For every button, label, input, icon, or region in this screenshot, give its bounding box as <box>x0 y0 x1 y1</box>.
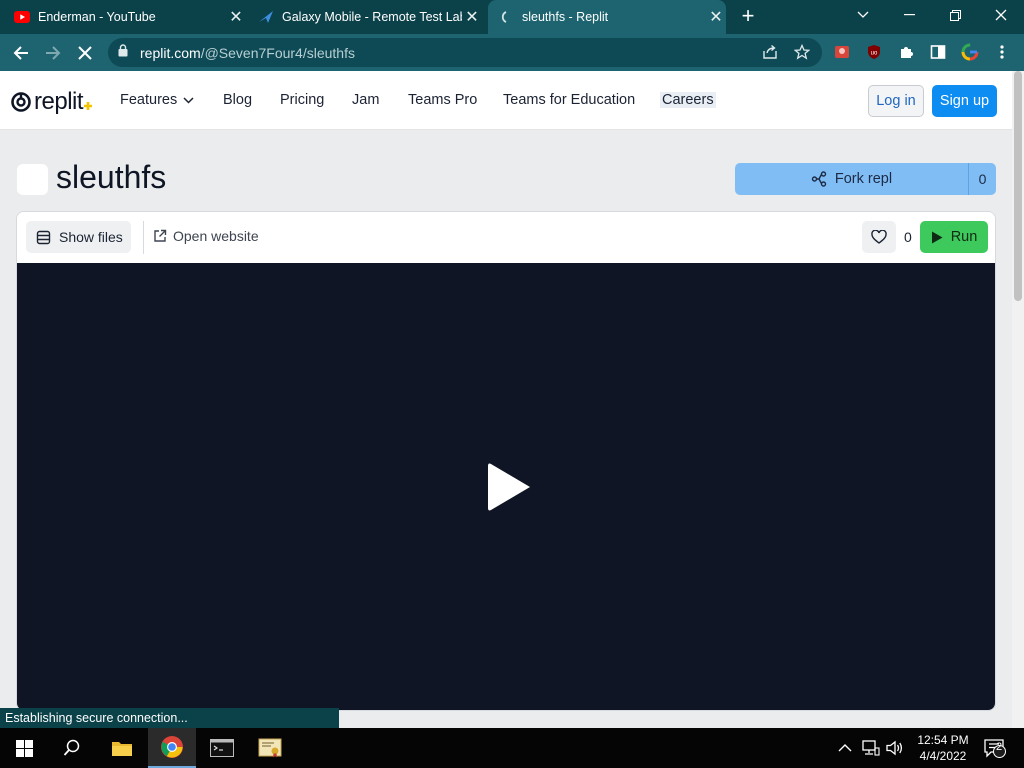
logo-sparkle-icon <box>84 102 93 110</box>
replit-logo[interactable]: replit <box>10 88 93 116</box>
files-stack-icon <box>36 230 51 244</box>
nav-pricing[interactable]: Pricing <box>280 92 324 108</box>
clock-date: 4/4/2022 <box>919 749 967 763</box>
repl-avatar <box>17 164 48 195</box>
tab-search-icon[interactable] <box>841 0 885 30</box>
chrome-menu-icon[interactable] <box>993 43 1011 61</box>
open-website-link[interactable]: Open website <box>153 228 259 244</box>
clock-time: 12:54 PM <box>917 733 969 747</box>
login-button[interactable]: Log in <box>868 85 924 117</box>
replit-logo-icon <box>11 92 31 112</box>
nav-teams-pro[interactable]: Teams Pro <box>408 92 477 108</box>
fork-repl-button[interactable]: Fork repl 0 <box>735 163 996 195</box>
search-icon[interactable] <box>48 728 96 768</box>
notification-count: 2 <box>995 741 1003 753</box>
loading-icon <box>496 9 512 25</box>
svg-text:uo: uo <box>871 51 878 57</box>
google-account-icon[interactable] <box>961 43 979 61</box>
chevron-down-icon <box>183 96 194 104</box>
run-label: Run <box>950 229 978 245</box>
extensions-puzzle-icon[interactable] <box>897 43 915 61</box>
action-center-button[interactable]: 2 <box>982 728 1008 768</box>
fork-repl-label: Fork repl <box>834 171 893 187</box>
play-icon <box>931 231 943 243</box>
restore-button[interactable] <box>933 0 977 30</box>
tab-youtube[interactable]: Enderman - YouTube ✕ <box>14 0 246 34</box>
certificate-manager-icon[interactable] <box>246 728 294 768</box>
like-count: 0 <box>904 229 912 245</box>
nav-jam[interactable]: Jam <box>352 92 379 108</box>
fork-icon <box>811 171 827 187</box>
url-host: replit.com <box>140 44 201 61</box>
nav-features[interactable]: Features <box>120 92 194 108</box>
show-files-button[interactable]: Show files <box>26 221 131 253</box>
site-header: replit Features Blog Pricing Jam Teams P… <box>0 71 1012 130</box>
repl-card-toolbar: Show files Open website 0 Run <box>17 212 995 263</box>
toolbar-divider <box>143 221 144 254</box>
command-prompt-icon[interactable] <box>198 728 246 768</box>
file-explorer-icon[interactable] <box>98 728 146 768</box>
chrome-taskbar-icon[interactable] <box>148 728 196 768</box>
back-arrow-icon[interactable] <box>8 40 34 66</box>
extension-red-icon[interactable] <box>833 43 851 61</box>
share-icon[interactable] <box>761 43 779 61</box>
play-preview-icon[interactable] <box>487 462 533 512</box>
nav-careers[interactable]: Careers <box>660 92 716 108</box>
galaxy-icon <box>258 9 274 25</box>
open-website-label: Open website <box>173 228 259 244</box>
youtube-icon <box>14 9 30 25</box>
nav-teams-for-education[interactable]: Teams for Education <box>503 92 635 108</box>
browser-tab-strip: Enderman - YouTube ✕ Galaxy Mobile - Rem… <box>0 0 1024 34</box>
show-files-label: Show files <box>59 229 123 245</box>
browser-toolbar: replit.com/@Seven7Four4/sleuthfs uo <box>0 34 1024 71</box>
tab-title: sleuthfs - Replit <box>522 10 609 24</box>
bookmark-star-icon[interactable] <box>793 43 811 61</box>
logo-wordmark: replit <box>34 88 84 115</box>
close-tab-icon[interactable]: ✕ <box>226 7 246 27</box>
like-button[interactable] <box>862 221 896 253</box>
windows-start-icon[interactable] <box>0 728 48 768</box>
page-viewport: replit Features Blog Pricing Jam Teams P… <box>0 71 1012 728</box>
ublock-origin-icon[interactable]: uo <box>865 43 883 61</box>
new-tab-button[interactable]: + <box>736 4 760 30</box>
windows-taskbar: 12:54 PM 4/4/2022 2 <box>0 728 1024 768</box>
repl-title: sleuthfs <box>56 159 167 195</box>
taskbar-clock[interactable]: 12:54 PM 4/4/2022 <box>915 732 971 764</box>
tab-title: Enderman - YouTube <box>38 10 156 24</box>
browser-status-bubble: Establishing secure connection... <box>0 708 339 728</box>
page-scrollbar[interactable] <box>1012 71 1024 728</box>
nav-blog[interactable]: Blog <box>223 92 252 108</box>
close-window-button[interactable] <box>979 0 1023 30</box>
stop-loading-icon[interactable] <box>72 40 98 66</box>
heart-icon <box>871 230 887 244</box>
signup-button[interactable]: Sign up <box>932 85 997 117</box>
tab-title: Galaxy Mobile - Remote Test Lab <box>282 10 462 24</box>
external-link-icon <box>154 229 167 242</box>
tab-replit[interactable]: sleuthfs - Replit ✕ <box>488 0 726 34</box>
tab-galaxy[interactable]: Galaxy Mobile - Remote Test Lab ✕ <box>258 0 482 34</box>
fork-repl-main[interactable]: Fork repl <box>735 163 968 195</box>
scrollbar-thumb[interactable] <box>1014 71 1022 301</box>
repl-card: Show files Open website 0 Run <box>16 211 996 711</box>
fork-count: 0 <box>968 163 996 195</box>
minimize-button[interactable] <box>887 0 931 30</box>
volume-icon[interactable] <box>886 728 904 768</box>
repl-preview[interactable] <box>17 263 995 710</box>
lock-icon <box>118 43 130 62</box>
forward-arrow-icon[interactable] <box>40 40 66 66</box>
nav-features-label: Features <box>120 92 178 108</box>
network-icon[interactable] <box>862 728 880 768</box>
side-panel-icon[interactable] <box>929 43 947 61</box>
close-tab-icon[interactable]: ✕ <box>462 7 482 27</box>
address-bar[interactable]: replit.com/@Seven7Four4/sleuthfs <box>108 38 822 67</box>
show-hidden-icons[interactable] <box>838 728 852 768</box>
close-tab-icon[interactable]: ✕ <box>706 7 726 27</box>
url-text: replit.com/@Seven7Four4/sleuthfs <box>140 45 355 61</box>
run-button[interactable]: Run <box>920 221 988 253</box>
url-path: /@Seven7Four4/sleuthfs <box>200 44 355 61</box>
